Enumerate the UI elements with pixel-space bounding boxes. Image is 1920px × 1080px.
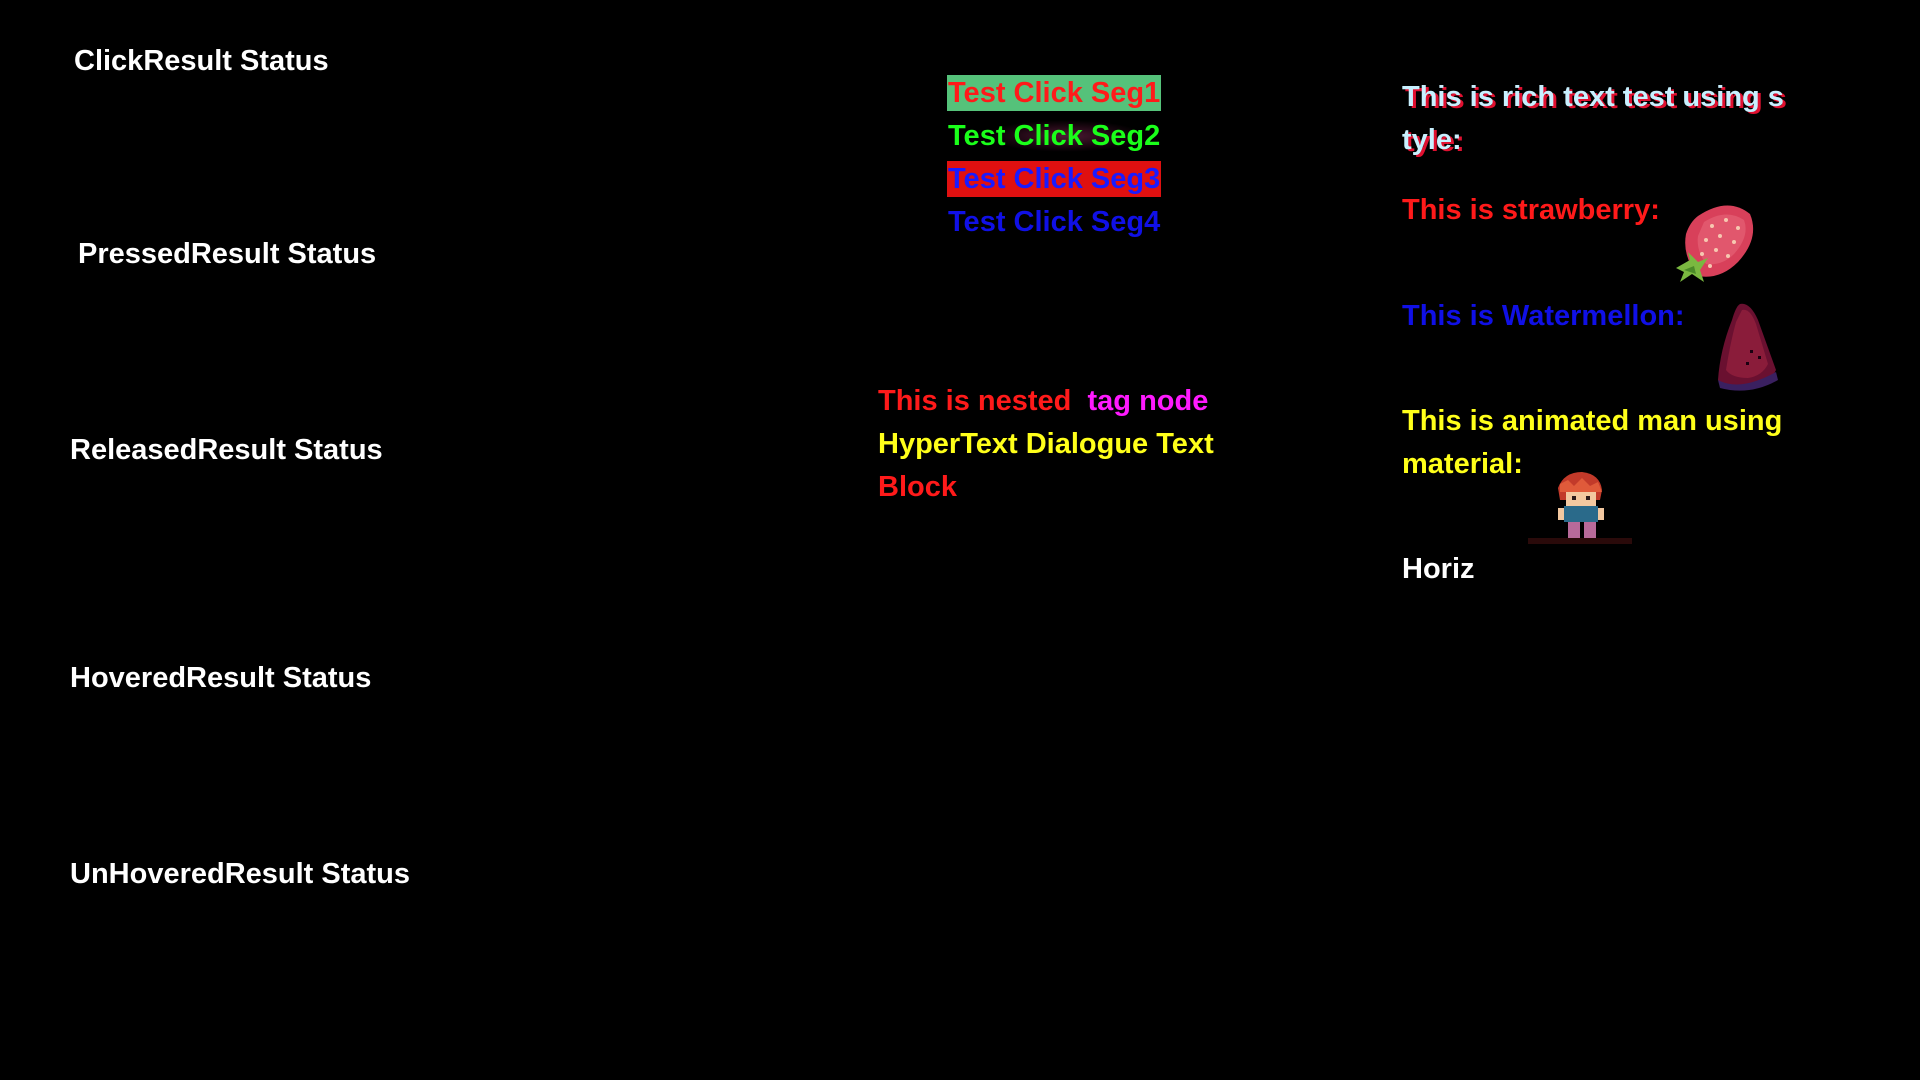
test-click-seg4[interactable]: Test Click Seg4 (947, 204, 1161, 240)
test-click-seg2[interactable]: Test Click Seg2 (947, 118, 1161, 154)
hovered-result-status: HoveredResult Status (70, 662, 372, 694)
click-result-status: ClickResult Status (74, 45, 329, 77)
nested-text-magenta: tag node (1087, 385, 1209, 417)
nested-text-red: This is nested (878, 385, 1072, 417)
strawberry-icon (1668, 196, 1758, 286)
animated-man-icon (1528, 470, 1632, 546)
watermelon-label: This is Watermellon: (1402, 300, 1685, 332)
horiz-label: Horiz (1402, 553, 1475, 585)
test-click-seg3[interactable]: Test Click Seg3 (947, 161, 1162, 197)
test-click-seg1[interactable]: Test Click Seg1 (947, 75, 1162, 111)
pressed-result-status: PressedResult Status (78, 238, 377, 270)
animated-man-line1: This is animated man using (1402, 405, 1783, 437)
nested-hypertext-block: This is nested tag node HyperText Dialog… (878, 380, 1258, 509)
unhovered-result-status: UnHoveredResult Status (70, 858, 411, 890)
strawberry-label: This is strawberry: (1402, 194, 1660, 226)
rich-text-title: This is rich text test using s tyle: (1402, 76, 1784, 162)
nested-text-block: Block (878, 471, 957, 503)
watermelon-icon (1710, 300, 1782, 394)
nested-text-yellow: HyperText Dialogue Text (878, 428, 1214, 460)
rich-title-line2: tyle: (1402, 124, 1462, 156)
released-result-status: ReleasedResult Status (70, 434, 383, 466)
rich-title-line1: This is rich text test using s (1402, 81, 1784, 113)
